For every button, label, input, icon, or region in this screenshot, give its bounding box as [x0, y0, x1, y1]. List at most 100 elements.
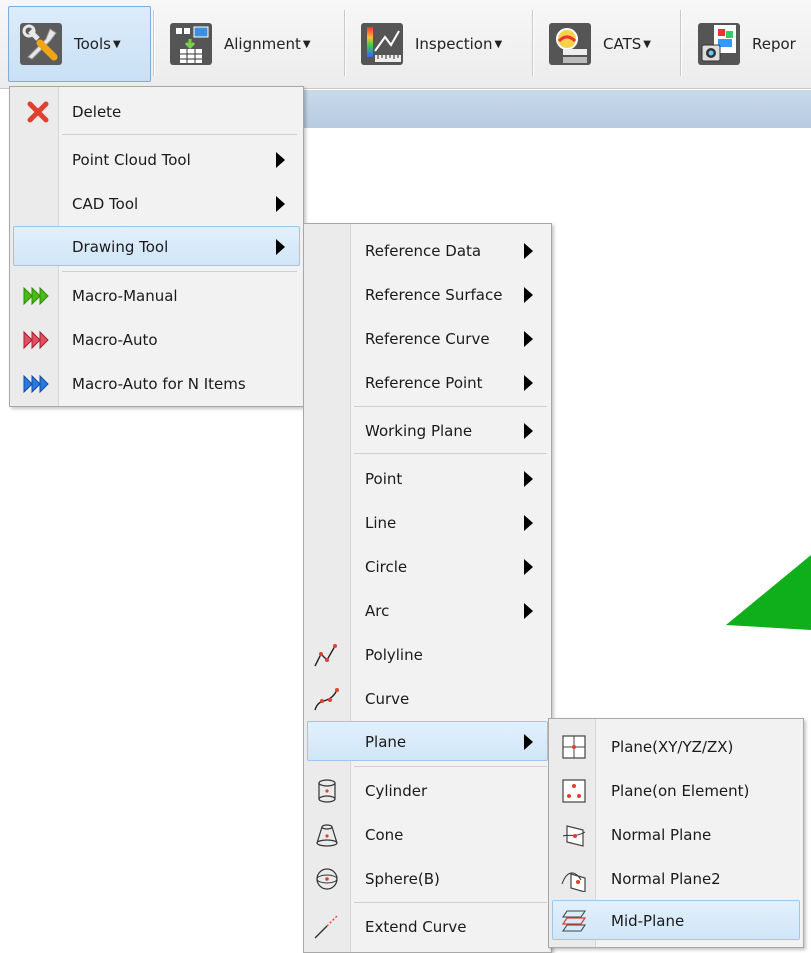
alignment-button[interactable]: Alignment ▼	[158, 6, 343, 82]
delete-x-icon	[27, 101, 49, 123]
menu-item-label: Drawing Tool	[72, 238, 169, 256]
tools-menu: Delete Point Cloud Tool CAD Tool Drawing…	[9, 86, 304, 407]
menu-item-cylinder[interactable]: Cylinder	[307, 770, 548, 810]
submenu-arrow-icon	[276, 152, 285, 168]
cats-caret-icon: ▼	[643, 38, 651, 50]
submenu-arrow-icon	[524, 287, 533, 303]
cats-label: CATS	[603, 35, 642, 53]
menu-item-macro-auto[interactable]: Macro-Auto	[13, 319, 300, 359]
submenu-arrow-icon	[276, 196, 285, 212]
submenu-arrow-icon	[524, 559, 533, 575]
menu-item-delete[interactable]: Delete	[13, 91, 300, 131]
tools-caret-icon: ▼	[112, 38, 121, 50]
cylinder-icon	[318, 779, 336, 803]
menu-item-label: Macro-Manual	[72, 287, 178, 305]
menu-item-sphere-b[interactable]: Sphere(B)	[307, 858, 548, 898]
menu-item-label: Plane	[365, 733, 407, 751]
menu-item-plane[interactable]: Plane	[307, 721, 548, 761]
document-tab-strip	[300, 90, 811, 128]
wrench-screwdriver-icon	[20, 23, 62, 65]
menu-item-macro-manual[interactable]: Macro-Manual	[13, 275, 300, 315]
tools-label: Tools	[74, 35, 111, 53]
curve-icon	[314, 688, 339, 711]
menu-item-arc[interactable]: Arc	[307, 590, 548, 630]
menu-item-label: Reference Data	[365, 242, 482, 260]
drawing-tool-menu: Reference Data Reference Surface Referen…	[303, 223, 552, 953]
menu-item-cone[interactable]: Cone	[307, 814, 548, 854]
menu-item-label: Cylinder	[365, 782, 428, 800]
menu-item-circle[interactable]: Circle	[307, 546, 548, 586]
menu-item-plane-xy-yz-zx[interactable]: Plane(XY/YZ/ZX)	[552, 726, 800, 766]
macro-manual-icon	[23, 286, 49, 306]
menu-item-reference-surface[interactable]: Reference Surface	[307, 274, 548, 314]
plane-on-element-icon	[562, 779, 586, 803]
menu-item-label: Polyline	[365, 646, 423, 664]
cats-button[interactable]: CATS ▼	[537, 6, 677, 82]
grid-alignment-icon	[170, 23, 212, 65]
submenu-arrow-icon	[524, 471, 533, 487]
extend-curve-icon	[314, 915, 338, 939]
menu-item-label: Mid-Plane	[611, 912, 685, 930]
menu-item-label: Cone	[365, 826, 404, 844]
menu-item-line[interactable]: Line	[307, 502, 548, 542]
menu-item-plane-on-element[interactable]: Plane(on Element)	[552, 770, 800, 810]
menu-item-label: Normal Plane	[611, 826, 712, 844]
menu-item-point[interactable]: Point	[307, 458, 548, 498]
menu-item-label: Extend Curve	[365, 918, 467, 936]
menu-item-label: Delete	[72, 103, 122, 121]
menu-item-label: Point	[365, 470, 403, 488]
normal-plane-icon	[562, 825, 586, 847]
submenu-arrow-icon	[524, 423, 533, 439]
menu-item-label: Plane(on Element)	[611, 782, 750, 800]
menu-item-extend-curve[interactable]: Extend Curve	[307, 906, 548, 946]
cone-icon	[316, 824, 338, 847]
menu-item-reference-point[interactable]: Reference Point	[307, 362, 548, 402]
menu-item-reference-data[interactable]: Reference Data	[307, 230, 548, 270]
menu-item-label: Line	[365, 514, 397, 532]
menu-item-label: Sphere(B)	[365, 870, 440, 888]
tools-button[interactable]: Tools ▼	[8, 6, 151, 82]
menu-item-cad-tool[interactable]: CAD Tool	[13, 183, 300, 223]
submenu-arrow-icon	[524, 603, 533, 619]
menu-item-label: Macro-Auto	[72, 331, 158, 349]
submenu-arrow-icon	[524, 331, 533, 347]
sphere-icon	[316, 868, 338, 890]
menu-item-label: Reference Surface	[365, 286, 503, 304]
menu-item-normal-plane[interactable]: Normal Plane	[552, 814, 800, 854]
alignment-label: Alignment	[224, 35, 301, 53]
submenu-arrow-icon	[276, 239, 285, 255]
menu-item-curve[interactable]: Curve	[307, 678, 548, 718]
menu-item-point-cloud-tool[interactable]: Point Cloud Tool	[13, 139, 300, 179]
menu-item-label: Plane(XY/YZ/ZX)	[611, 738, 734, 756]
menu-item-mid-plane[interactable]: Mid-Plane	[552, 900, 800, 940]
mid-plane-icon	[561, 910, 587, 932]
polyline-icon	[314, 644, 337, 667]
menu-item-normal-plane2[interactable]: Normal Plane2	[552, 858, 800, 898]
color-map-inspection-icon	[361, 23, 403, 65]
menu-item-label: Curve	[365, 690, 410, 708]
menu-item-label: Circle	[365, 558, 408, 576]
menu-item-drawing-tool[interactable]: Drawing Tool	[13, 226, 300, 266]
menu-item-macro-auto-n-items[interactable]: Macro-Auto for N Items	[13, 363, 300, 403]
menu-item-label: Reference Curve	[365, 330, 490, 348]
inspection-caret-icon: ▼	[494, 38, 503, 50]
cats-icon	[549, 23, 591, 65]
normal-plane2-icon	[561, 872, 586, 892]
menu-item-polyline[interactable]: Polyline	[307, 634, 548, 674]
menu-item-label: CAD Tool	[72, 195, 139, 213]
report-label: Repor	[752, 35, 796, 53]
menu-item-label: Point Cloud Tool	[72, 151, 191, 169]
report-button[interactable]: Repor	[686, 6, 811, 82]
menu-item-label: Reference Point	[365, 374, 483, 392]
menu-item-working-plane[interactable]: Working Plane	[307, 410, 548, 450]
plane-submenu: Plane(XY/YZ/ZX) Plane(on Element) Normal…	[548, 718, 804, 948]
ribbon-toolbar: Tools ▼ Alignment ▼ Inspection ▼ CATS ▼ …	[0, 0, 811, 89]
menu-item-label: Macro-Auto for N Items	[72, 375, 246, 393]
inspection-button[interactable]: Inspection ▼	[349, 6, 529, 82]
submenu-arrow-icon	[524, 243, 533, 259]
menu-item-label: Working Plane	[365, 422, 473, 440]
plane-xy-icon	[562, 735, 586, 759]
menu-item-reference-curve[interactable]: Reference Curve	[307, 318, 548, 358]
alignment-caret-icon: ▼	[302, 38, 311, 50]
macro-auto-icon	[23, 330, 49, 350]
